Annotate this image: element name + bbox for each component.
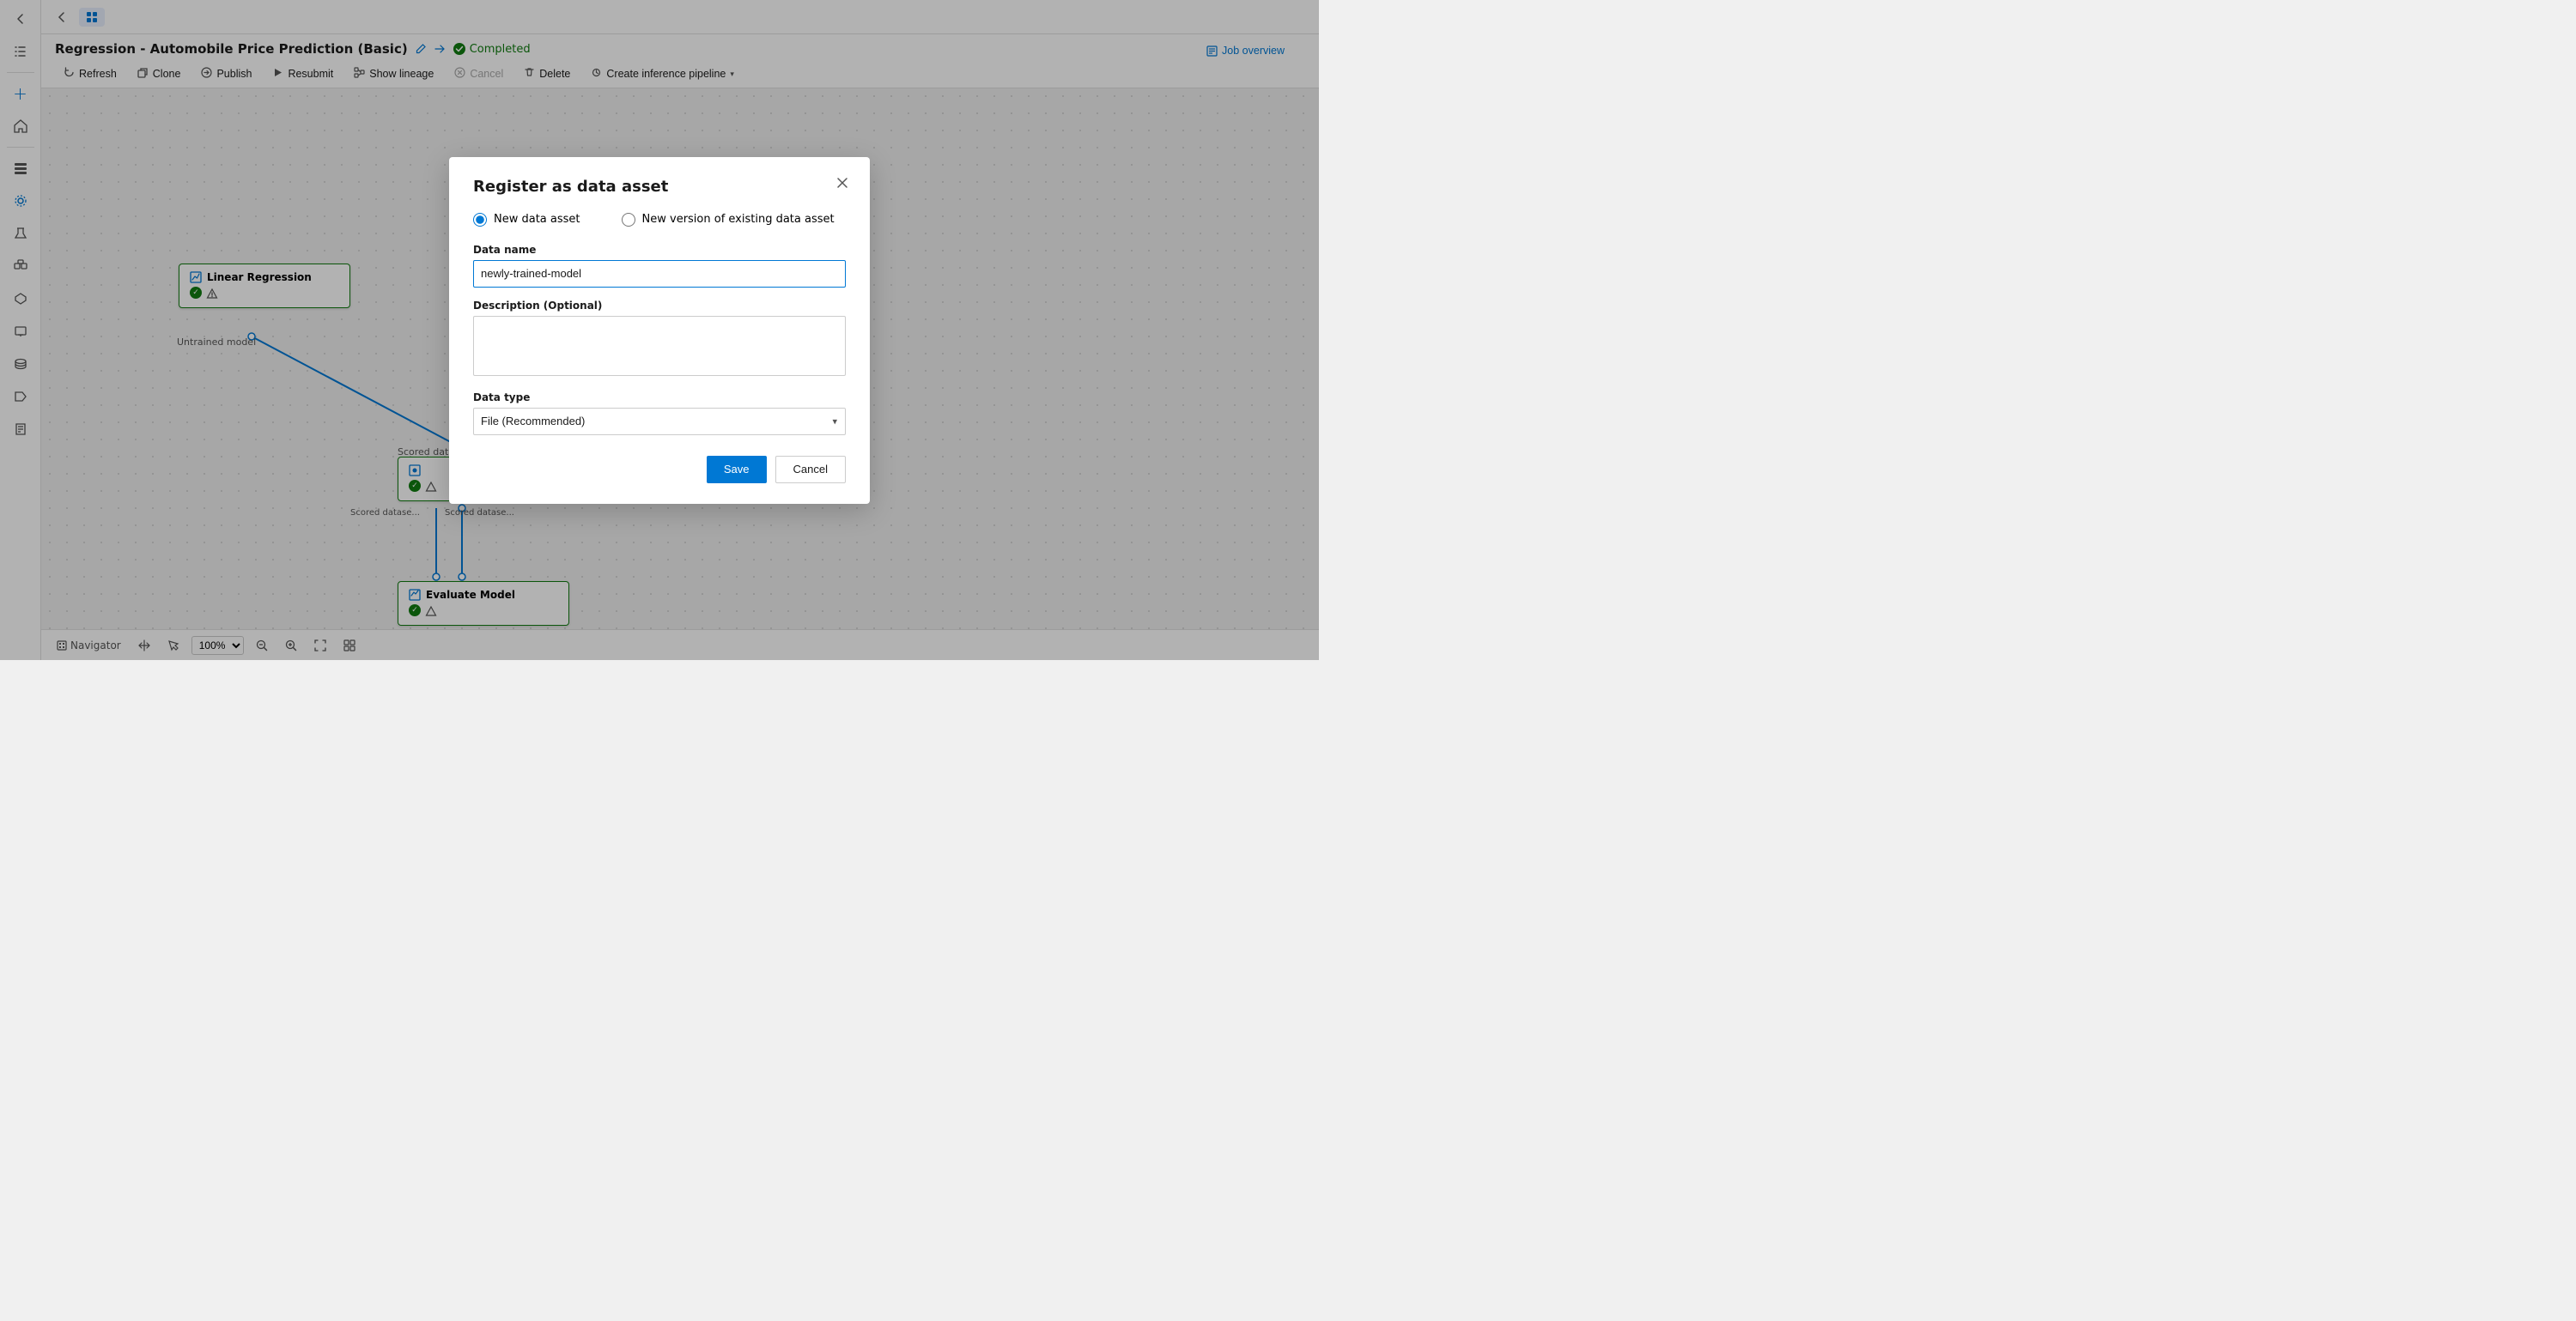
data-name-input[interactable] bbox=[473, 260, 846, 288]
data-type-select-wrapper: File (Recommended) Folder Table ▾ bbox=[473, 408, 846, 435]
radio-existing-asset-label: New version of existing data asset bbox=[642, 213, 835, 226]
data-type-group: Data type File (Recommended) Folder Tabl… bbox=[473, 391, 846, 435]
radio-new-asset-label: New data asset bbox=[494, 213, 580, 226]
register-data-asset-modal: Register as data asset New data asset Ne… bbox=[449, 157, 870, 504]
description-label: Description (Optional) bbox=[473, 300, 846, 312]
radio-new-asset[interactable]: New data asset bbox=[473, 213, 580, 227]
data-name-group: Data name bbox=[473, 244, 846, 288]
modal-overlay[interactable]: Register as data asset New data asset Ne… bbox=[0, 0, 1319, 660]
radio-existing-asset-input[interactable] bbox=[622, 213, 635, 227]
modal-cancel-button[interactable]: Cancel bbox=[775, 456, 846, 483]
radio-group: New data asset New version of existing d… bbox=[473, 213, 846, 227]
modal-title: Register as data asset bbox=[473, 178, 846, 196]
data-name-label: Data name bbox=[473, 244, 846, 256]
radio-new-asset-input[interactable] bbox=[473, 213, 487, 227]
data-type-label: Data type bbox=[473, 391, 846, 403]
description-group: Description (Optional) bbox=[473, 300, 846, 379]
modal-footer: Save Cancel bbox=[473, 456, 846, 483]
data-type-select[interactable]: File (Recommended) Folder Table bbox=[473, 408, 846, 435]
description-textarea[interactable] bbox=[473, 316, 846, 376]
save-button[interactable]: Save bbox=[707, 456, 767, 483]
modal-close-button[interactable] bbox=[830, 171, 854, 195]
radio-existing-asset[interactable]: New version of existing data asset bbox=[622, 213, 835, 227]
